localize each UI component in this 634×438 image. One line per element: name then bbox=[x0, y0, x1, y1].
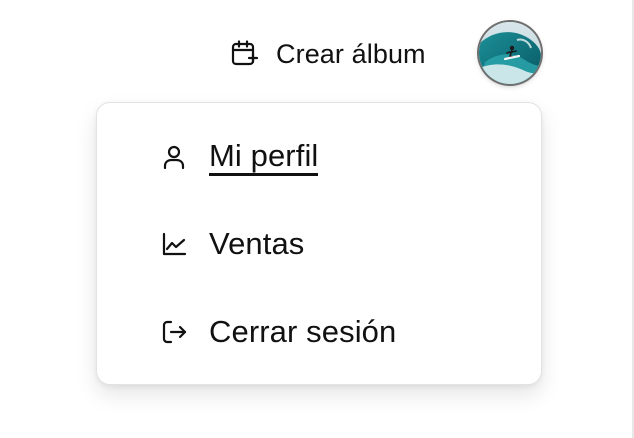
user-icon bbox=[159, 142, 189, 172]
chart-line-icon bbox=[159, 229, 189, 259]
page: Crear álbum Mi perfil Ventas Cerrar sesi… bbox=[0, 0, 634, 438]
create-album-button[interactable]: Crear álbum bbox=[228, 32, 426, 76]
menu-item-label: Mi perfil bbox=[209, 138, 319, 176]
menu-item-ventas[interactable]: Ventas bbox=[159, 222, 304, 266]
calendar-plus-icon bbox=[228, 38, 260, 70]
create-album-label: Crear álbum bbox=[276, 38, 426, 69]
menu-item-label: Ventas bbox=[209, 226, 305, 261]
avatar[interactable] bbox=[479, 22, 541, 84]
menu-item-mi-perfil[interactable]: Mi perfil bbox=[159, 135, 319, 179]
user-dropdown-menu: Mi perfil Ventas Cerrar sesión bbox=[96, 102, 542, 385]
menu-item-cerrar-sesion[interactable]: Cerrar sesión bbox=[159, 310, 396, 354]
menu-item-label: Cerrar sesión bbox=[209, 314, 397, 349]
logout-icon bbox=[159, 317, 189, 347]
